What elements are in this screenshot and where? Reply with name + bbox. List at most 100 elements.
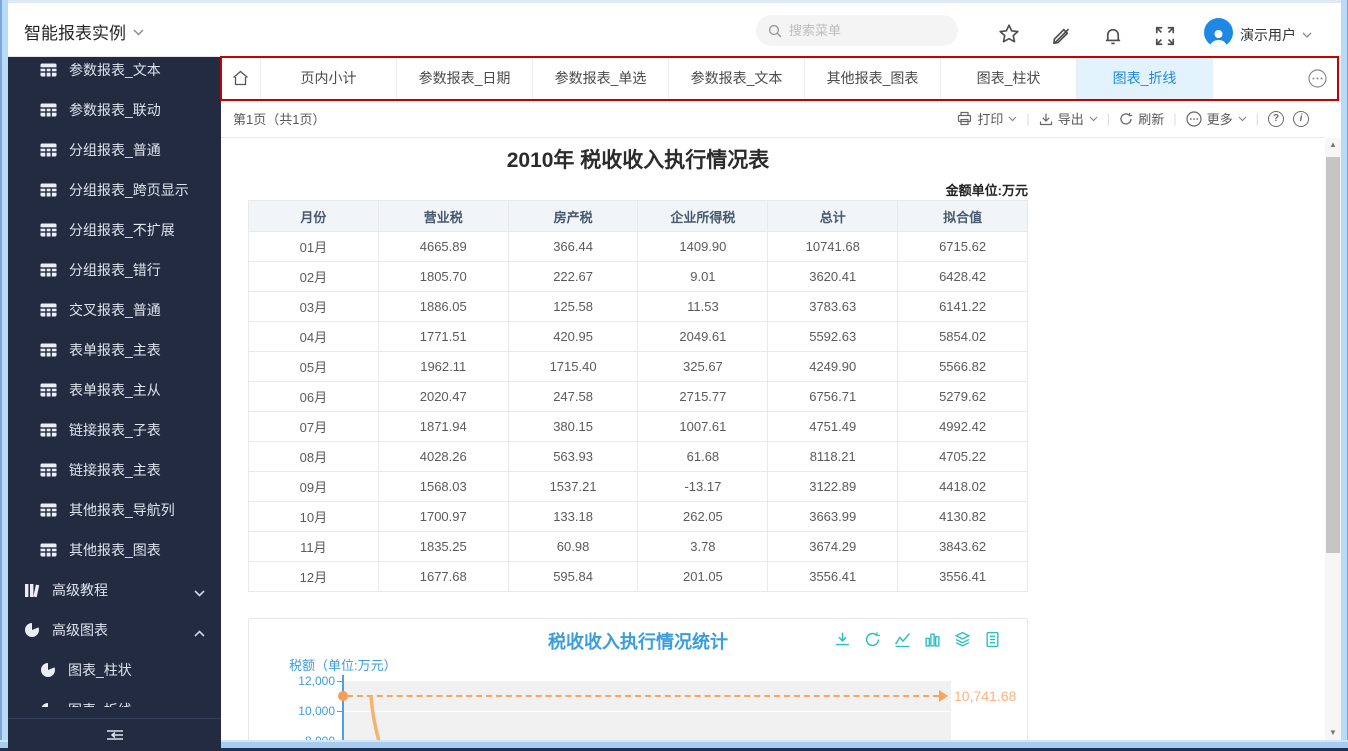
app-title-dropdown[interactable]: 智能报表实例 <box>24 19 144 44</box>
sidebar-item-表单报表_主从[interactable]: 表单报表_主从 <box>8 370 221 410</box>
sidebar-item-链接报表_主表[interactable]: 链接报表_主表 <box>8 450 221 490</box>
search-icon <box>768 24 782 37</box>
collapse-sidebar-button[interactable] <box>8 718 221 751</box>
user-menu[interactable]: 演示用户 <box>1240 25 1312 45</box>
scroll-down-arrow[interactable]: ▼ <box>1325 728 1341 737</box>
table-cell: 03月 <box>248 291 379 322</box>
sidebar-item-分组报表_跨页显示[interactable]: 分组报表_跨页显示 <box>8 170 221 210</box>
table-cell: 366.44 <box>507 231 639 262</box>
tab-参数报表_单选[interactable]: 参数报表_单选 <box>533 57 669 99</box>
table-cell: 11月 <box>248 531 379 562</box>
table-cell: 1007.61 <box>637 411 769 442</box>
sidebar-item-表单报表_主表[interactable]: 表单报表_主表 <box>8 330 221 370</box>
sidebar-item-交叉报表_普通[interactable]: 交叉报表_普通 <box>8 290 221 330</box>
tab-页内小计[interactable]: 页内小计 <box>261 57 397 99</box>
home-tab[interactable] <box>221 57 261 99</box>
table-cell: 1677.68 <box>377 561 509 592</box>
separator: | <box>1255 111 1259 126</box>
y-tick: 12,000 <box>298 674 335 688</box>
series-line <box>369 695 381 740</box>
ellipsis-circle-icon[interactable] <box>1308 69 1327 93</box>
table-cell: 4992.42 <box>897 411 1028 442</box>
export-button[interactable]: 导出 <box>1039 109 1098 128</box>
report-table: 月份 营业税 房产税 企业所得税 总计 拟合值 01月 4665.89 366.44 1409.… <box>248 200 1028 592</box>
tab-图表_折线[interactable]: 图表_折线 <box>1077 57 1213 99</box>
markline-arrow <box>939 690 948 702</box>
bell-icon[interactable] <box>1100 23 1126 49</box>
sidebar-item-高级图表[interactable]: 高级图表 <box>8 610 221 650</box>
stack-type-icon[interactable] <box>954 631 971 653</box>
sidebar-item-其他报表_导航列[interactable]: 其他报表_导航列 <box>8 490 221 530</box>
table-report-icon <box>40 503 57 517</box>
table-cell: 1871.94 <box>377 411 509 442</box>
table-cell: 3783.63 <box>767 291 899 322</box>
search-box[interactable] <box>756 15 958 46</box>
scrollbar-thumb[interactable] <box>1326 157 1340 553</box>
table-cell: 60.98 <box>507 531 639 562</box>
table-cell: 3620.41 <box>767 261 899 292</box>
help-circle-icon[interactable]: ? <box>1268 110 1284 127</box>
bar-type-icon[interactable] <box>924 631 941 653</box>
y-tick: 8,000 <box>283 734 335 740</box>
line-type-icon[interactable] <box>894 631 911 653</box>
home-icon <box>233 70 248 86</box>
sidebar-item-高级教程[interactable]: 高级教程 <box>8 570 221 610</box>
sidebar-item-分组报表_普通[interactable]: 分组报表_普通 <box>8 130 221 170</box>
table-cell: 10741.68 <box>767 231 899 262</box>
max-value-label: 10,741.68 <box>954 688 1017 704</box>
table-cell: 2715.77 <box>637 381 769 412</box>
tab-参数报表_日期[interactable]: 参数报表_日期 <box>397 57 533 99</box>
sidebar-item-其他报表_图表[interactable]: 其他报表_图表 <box>8 530 221 570</box>
table-cell: 1886.05 <box>377 291 509 322</box>
table-cell: 08月 <box>248 441 379 472</box>
table-cell: 8118.21 <box>767 441 899 472</box>
table-cell: 125.58 <box>507 291 639 322</box>
vertical-scrollbar[interactable]: ▲ ▼ <box>1325 138 1341 740</box>
column-header-营业税: 营业税 <box>377 200 509 232</box>
info-circle-icon[interactable]: i <box>1293 110 1309 127</box>
data-view-icon[interactable] <box>984 631 1001 653</box>
edit-slash-icon[interactable] <box>1048 23 1074 49</box>
table-cell: 3674.29 <box>767 531 899 562</box>
fullscreen-icon[interactable] <box>1152 23 1178 49</box>
sidebar-item-分组报表_错行[interactable]: 分组报表_错行 <box>8 250 221 290</box>
chevron-down-icon <box>194 590 205 597</box>
export-label: 导出 <box>1057 112 1084 127</box>
sidebar-item-label: 高级教程 <box>52 582 108 598</box>
tab-其他报表_图表[interactable]: 其他报表_图表 <box>805 57 941 99</box>
table-cell: 247.58 <box>507 381 639 412</box>
table-cell: 1715.40 <box>507 351 639 382</box>
restore-icon[interactable] <box>864 631 881 653</box>
save-image-icon[interactable] <box>834 631 851 653</box>
chevron-down-icon <box>1089 116 1098 121</box>
table-row: 06月 2020.47 247.58 2715.77 6756.71 5279.62 <box>248 381 1028 412</box>
refresh-button[interactable]: 刷新 <box>1119 109 1164 128</box>
star-icon[interactable] <box>996 21 1022 47</box>
table-report-icon <box>40 263 57 277</box>
table-cell: 2049.61 <box>637 321 769 352</box>
separator: | <box>1026 111 1030 126</box>
table-header: 月份 营业税 房产税 企业所得税 总计 拟合值 <box>248 200 1028 232</box>
print-button[interactable]: 打印 <box>957 109 1017 128</box>
tab-图表_柱状[interactable]: 图表_柱状 <box>941 57 1077 99</box>
table-cell: 3843.62 <box>897 531 1028 562</box>
avatar[interactable] <box>1204 18 1233 47</box>
more-button[interactable]: 更多 <box>1185 109 1247 128</box>
table-report-icon <box>40 143 57 157</box>
table-cell: 201.05 <box>637 561 769 592</box>
sidebar-item-分组报表_不扩展[interactable]: 分组报表_不扩展 <box>8 210 221 250</box>
scroll-up-arrow[interactable]: ▲ <box>1325 140 1341 149</box>
sidebar-item-图表_柱状[interactable]: 图表_柱状 <box>8 650 221 690</box>
sidebar-item-参数报表_联动[interactable]: 参数报表_联动 <box>8 90 221 130</box>
search-input[interactable] <box>789 23 939 38</box>
table-report-icon <box>40 223 57 237</box>
window-border-left <box>0 0 8 751</box>
sidebar-item-链接报表_子表[interactable]: 链接报表_子表 <box>8 410 221 450</box>
sidebar-item-参数报表_文本[interactable]: 参数报表_文本 <box>8 57 221 90</box>
tab-参数报表_文本[interactable]: 参数报表_文本 <box>669 57 805 99</box>
tab-bar: 页内小计 参数报表_日期 参数报表_单选 参数报表_文本 其他报表_图表 图表_柱状 图表_… <box>221 57 1341 100</box>
table-cell: 380.15 <box>507 411 639 442</box>
sidebar-item-图表_折线[interactable]: 图表_折线 <box>8 690 221 707</box>
table-report-icon <box>40 183 57 197</box>
table-cell: 420.95 <box>507 321 639 352</box>
